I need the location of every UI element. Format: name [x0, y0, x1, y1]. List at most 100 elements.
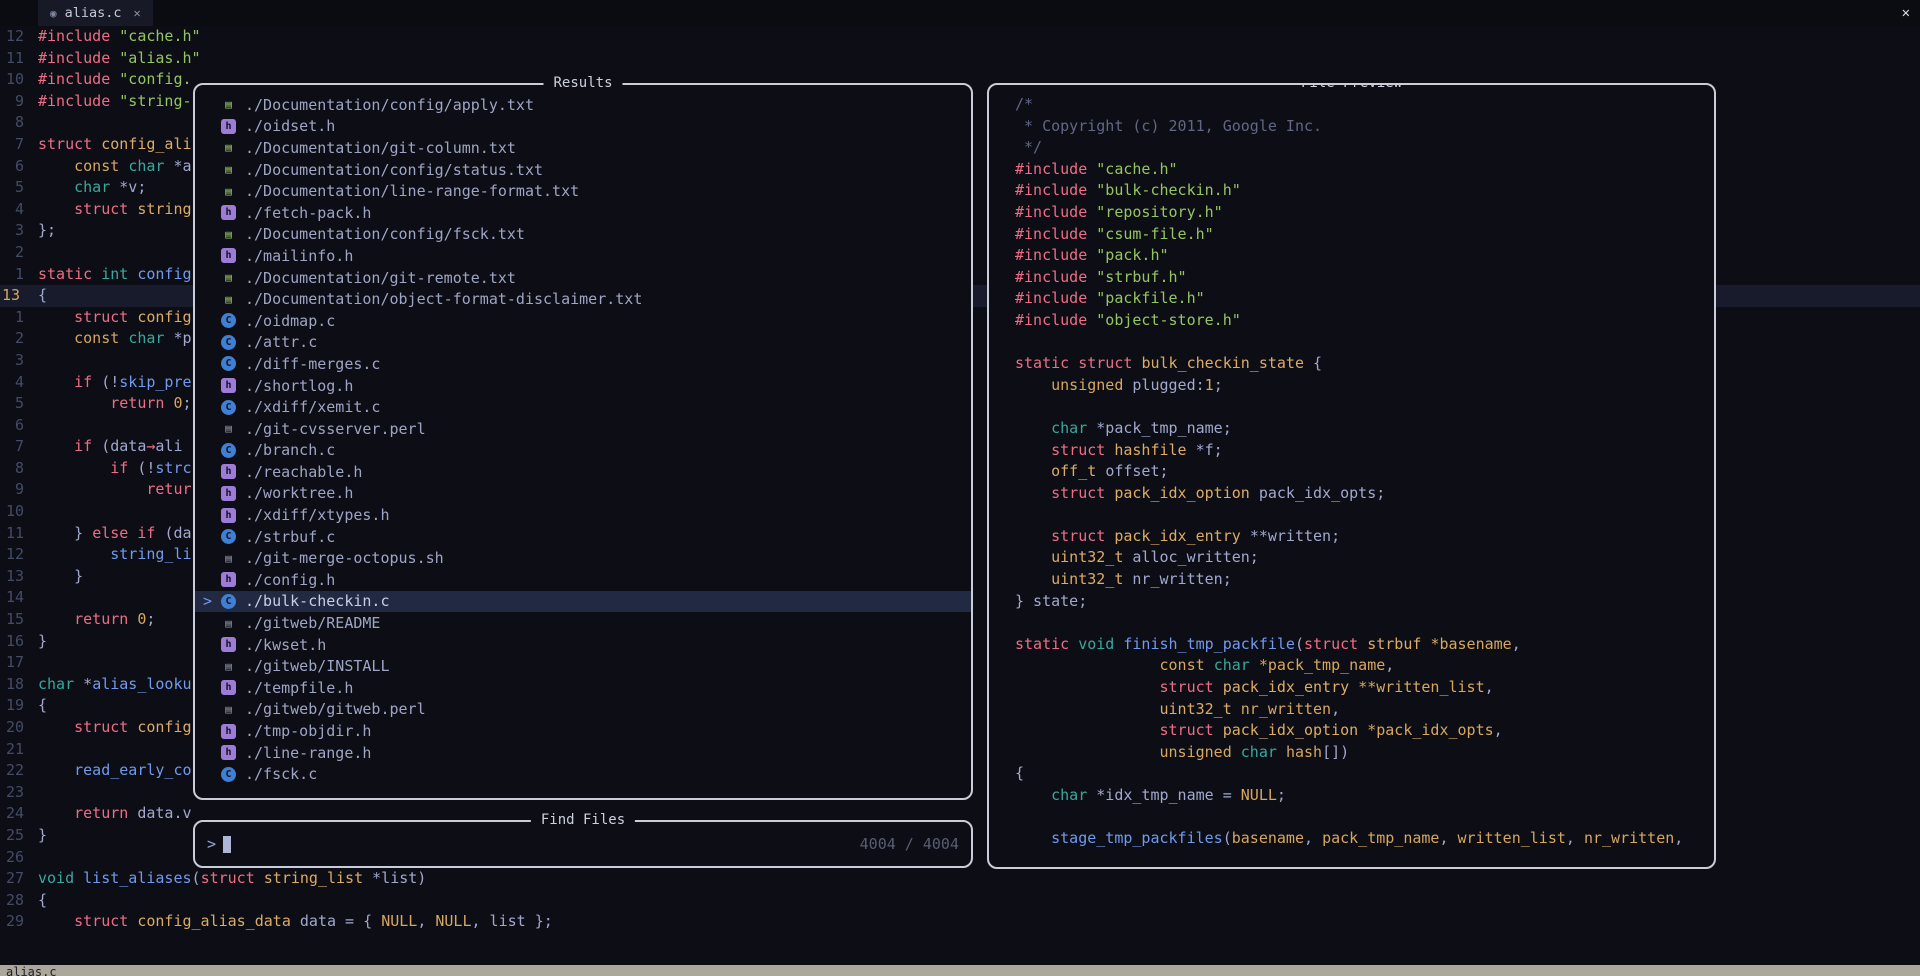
result-item[interactable]: ▤./Documentation/config/status.txt — [195, 159, 971, 181]
line-number: 12 — [0, 544, 24, 566]
result-item-path: ./attr.c — [245, 333, 317, 351]
line-number: 7 — [0, 436, 24, 458]
selected-item-caret — [203, 571, 221, 589]
result-item-path: ./xdiff/xtypes.h — [245, 506, 390, 524]
c-source-file-icon: C — [221, 767, 236, 782]
c-header-file-icon: h — [221, 680, 236, 695]
result-item-path: ./Documentation/git-column.txt — [245, 139, 516, 157]
line-number: 6 — [0, 415, 24, 437]
selected-item-caret — [203, 722, 221, 740]
file-preview-window: File Preview /* * Copyright (c) 2011, Go… — [987, 83, 1716, 869]
find-files-title: Find Files — [531, 812, 635, 828]
result-item-path: ./gitweb/gitweb.perl — [245, 700, 426, 718]
result-item[interactable]: ▤ ./Documentation/git-column.txt — [195, 137, 971, 159]
preview-code-line: char *idx_tmp_name = NULL; — [1001, 785, 1714, 807]
tab-alias-c[interactable]: ◉ alias.c ✕ — [38, 0, 153, 26]
preview-code-line: uint32_t nr_written; — [1001, 569, 1714, 591]
selected-item-caret — [203, 679, 221, 697]
result-item[interactable]: ▤./gitweb/gitweb.perl — [195, 699, 971, 721]
tabline-close-icon[interactable]: ✕ — [1902, 5, 1910, 21]
preview-code-line: /* — [1001, 94, 1714, 116]
line-number: 20 — [0, 717, 24, 739]
result-item[interactable]: ▤./gitweb/INSTALL — [195, 655, 971, 677]
selected-item-caret — [203, 636, 221, 654]
line-number: 10 — [0, 69, 24, 91]
result-item-path: ./strbuf.c — [245, 528, 335, 546]
result-item[interactable]: h./xdiff/xtypes.h — [195, 504, 971, 526]
selected-item-caret — [203, 484, 221, 502]
result-item[interactable]: ▤./git-cvsserver.perl — [195, 418, 971, 440]
result-item[interactable]: ▤./gitweb/README — [195, 612, 971, 634]
result-item[interactable]: C./fsck.c — [195, 763, 971, 785]
result-item[interactable]: C./branch.c — [195, 440, 971, 462]
result-item[interactable]: ▤./Documentation/config/apply.txt — [195, 94, 971, 116]
preview-code-line: char *pack_tmp_name; — [1001, 418, 1714, 440]
preview-code-line — [1001, 807, 1714, 829]
result-item[interactable]: h./reachable.h — [195, 461, 971, 483]
preview-code-line — [1001, 612, 1714, 634]
find-files-input[interactable]: > 4004 / 4004 — [195, 822, 971, 866]
result-item[interactable]: C./oidmap.c — [195, 310, 971, 332]
line-number: 6 — [0, 156, 24, 178]
preview-code-line: stage_tmp_packfiles(basename, pack_tmp_n… — [1001, 828, 1714, 850]
c-header-file-icon: h — [221, 486, 236, 501]
result-item[interactable]: h./kwset.h — [195, 634, 971, 656]
result-item[interactable]: ▤./Documentation/git-remote.txt — [195, 267, 971, 289]
result-item[interactable]: ▤./Documentation/config/fsck.txt — [195, 224, 971, 246]
result-item-path: ./Documentation/object-format-disclaimer… — [245, 290, 642, 308]
result-item[interactable]: h./worktree.h — [195, 483, 971, 505]
editor-screen: ◉ alias.c ✕ ✕ 12#include "cache.h"11#inc… — [0, 0, 1920, 976]
result-item[interactable]: h./tmp-objdir.h — [195, 720, 971, 742]
preview-code-line: struct pack_idx_entry **written_list, — [1001, 677, 1714, 699]
result-item[interactable]: C./attr.c — [195, 332, 971, 354]
preview-code-line: struct pack_idx_option *pack_idx_opts, — [1001, 720, 1714, 742]
result-item[interactable]: h./config.h — [195, 569, 971, 591]
preview-code-line: #include "repository.h" — [1001, 202, 1714, 224]
result-item[interactable]: h./line-range.h — [195, 742, 971, 764]
code-line: 29 struct config_alias_data data = { NUL… — [0, 911, 1920, 933]
preview-code-line: #include "packfile.h" — [1001, 288, 1714, 310]
result-item[interactable]: ▤ ./Documentation/object-format-disclaime… — [195, 288, 971, 310]
line-number: 9 — [0, 479, 24, 501]
c-header-file-icon: h — [221, 378, 236, 393]
selected-item-caret — [203, 549, 221, 567]
c-header-file-icon: h — [221, 637, 236, 652]
line-number: 23 — [0, 782, 24, 804]
tab-close-icon[interactable]: ✕ — [134, 6, 141, 20]
line-number: 18 — [0, 674, 24, 696]
result-item[interactable]: h./shortlog.h — [195, 375, 971, 397]
document-file-icon: ▤ — [221, 616, 236, 631]
line-number: 1 — [0, 307, 24, 329]
c-source-file-icon: C — [221, 443, 236, 458]
text-file-icon: ▤ — [221, 292, 236, 307]
line-number: 7 — [0, 134, 24, 156]
result-item-path: ./line-range.h — [245, 744, 371, 762]
preview-code-line: */ — [1001, 137, 1714, 159]
preview-code-line: * Copyright (c) 2011, Google Inc. — [1001, 116, 1714, 138]
c-header-file-icon: h — [221, 119, 236, 134]
code-line: 28{ — [0, 890, 1920, 912]
c-source-file-icon: C — [221, 356, 236, 371]
preview-code-line: static void finish_tmp_packfile(struct s… — [1001, 634, 1714, 656]
preview-code-line: #include "csum-file.h" — [1001, 224, 1714, 246]
result-item[interactable]: h./mailinfo.h — [195, 245, 971, 267]
result-item[interactable]: ▤./Documentation/line-range-format.txt — [195, 180, 971, 202]
file-preview-title: File Preview — [1291, 83, 1412, 91]
line-number: 17 — [0, 652, 24, 674]
result-item[interactable]: C./xdiff/xemit.c — [195, 396, 971, 418]
result-item[interactable]: ▤./git-merge-octopus.sh — [195, 547, 971, 569]
result-item[interactable]: h./tempfile.h — [195, 677, 971, 699]
result-item[interactable]: C ./strbuf.c — [195, 526, 971, 548]
preview-code-line — [1001, 396, 1714, 418]
selected-item-caret — [203, 161, 221, 179]
text-file-icon: ▤ — [221, 140, 236, 155]
c-source-file-icon: C — [221, 594, 236, 609]
result-item[interactable]: h./oidset.h — [195, 116, 971, 138]
selected-item-caret — [203, 441, 221, 459]
result-item[interactable]: >C./bulk-checkin.c — [195, 591, 971, 613]
c-source-file-icon: C — [221, 529, 236, 544]
preview-code-line: { — [1001, 763, 1714, 785]
result-item[interactable]: C./diff-merges.c — [195, 353, 971, 375]
line-number: 9 — [0, 91, 24, 113]
result-item[interactable]: h./fetch-pack.h — [195, 202, 971, 224]
